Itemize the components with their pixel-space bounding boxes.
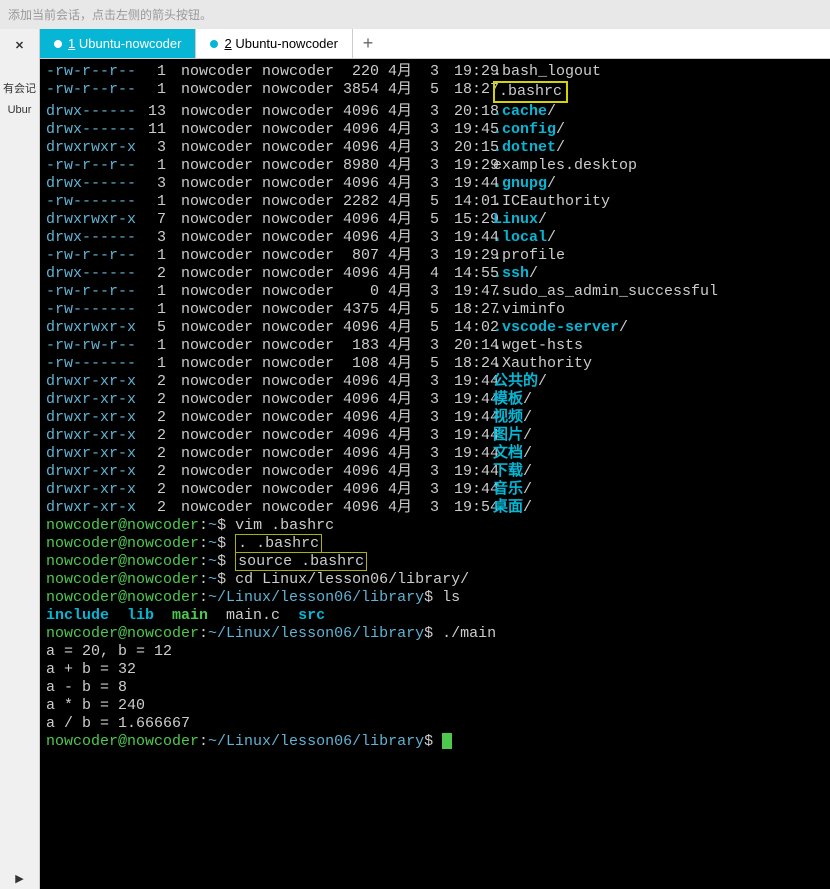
- tab-2[interactable]: 2 Ubuntu-nowcoder: [196, 29, 352, 58]
- sidebar: ✕ 有会记 Ubur ▶: [0, 29, 40, 889]
- status-dot-icon: [54, 40, 62, 48]
- sidebar-item-2[interactable]: Ubur: [0, 100, 39, 120]
- tab-label: 1 Ubuntu-nowcoder: [68, 36, 181, 51]
- tab-1[interactable]: 1 Ubuntu-nowcoder: [40, 29, 196, 58]
- terminal[interactable]: -rw-r--r--1 nowcoder nowcoder220 4月3 19:…: [40, 59, 830, 889]
- expand-icon[interactable]: ▶: [0, 868, 39, 889]
- status-dot-icon: [210, 40, 218, 48]
- sidebar-item-1[interactable]: 有会记: [0, 76, 39, 100]
- add-tab-button[interactable]: +: [353, 29, 383, 58]
- hint-bar: 添加当前会话，点击左侧的箭头按钮。: [0, 0, 830, 29]
- tab-label: 2 Ubuntu-nowcoder: [224, 36, 337, 51]
- close-icon[interactable]: ✕: [0, 35, 39, 56]
- tab-bar: 1 Ubuntu-nowcoder 2 Ubuntu-nowcoder +: [40, 29, 830, 59]
